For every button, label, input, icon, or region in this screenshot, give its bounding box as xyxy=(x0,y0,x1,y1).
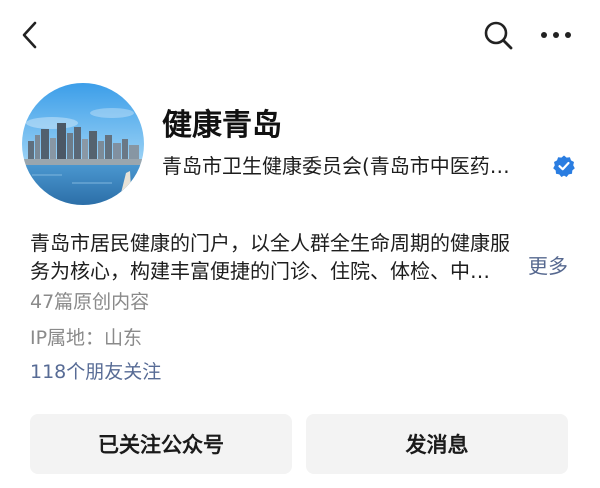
friends-following-link[interactable]: 118个朋友关注 xyxy=(30,359,161,385)
search-icon xyxy=(484,21,513,50)
send-message-button[interactable]: 发消息 xyxy=(306,414,568,474)
top-bar xyxy=(0,0,600,72)
verified-badge-icon xyxy=(553,155,575,177)
owner-row: 青岛市卫生健康委员会(青岛市中医药… xyxy=(162,152,580,180)
description-more-link[interactable]: 更多 xyxy=(528,252,568,280)
more-button[interactable] xyxy=(536,15,576,55)
avatar[interactable] xyxy=(22,83,144,205)
account-name: 健康青岛 xyxy=(162,108,282,143)
ip-location: IP属地：山东 xyxy=(30,327,143,349)
more-horizontal-icon xyxy=(541,32,571,38)
account-owner[interactable]: 青岛市卫生健康委员会(青岛市中医药… xyxy=(162,152,532,180)
account-description: 青岛市居民健康的门户，以全人群全生命周期的健康服 务为核心，构建丰富便捷的门诊、… xyxy=(30,229,520,285)
search-button[interactable] xyxy=(478,15,518,55)
original-articles-count[interactable]: 47篇原创内容 xyxy=(30,289,149,315)
back-button[interactable] xyxy=(10,15,50,55)
chevron-left-icon xyxy=(22,21,37,49)
description-line-2: 务为核心，构建丰富便捷的门诊、住院、体检、中… xyxy=(30,259,490,283)
followed-account-button[interactable]: 已关注公众号 xyxy=(30,414,292,474)
city-skyline-image xyxy=(22,83,144,205)
description-line-1: 青岛市居民健康的门户，以全人群全生命周期的健康服 xyxy=(30,231,510,255)
